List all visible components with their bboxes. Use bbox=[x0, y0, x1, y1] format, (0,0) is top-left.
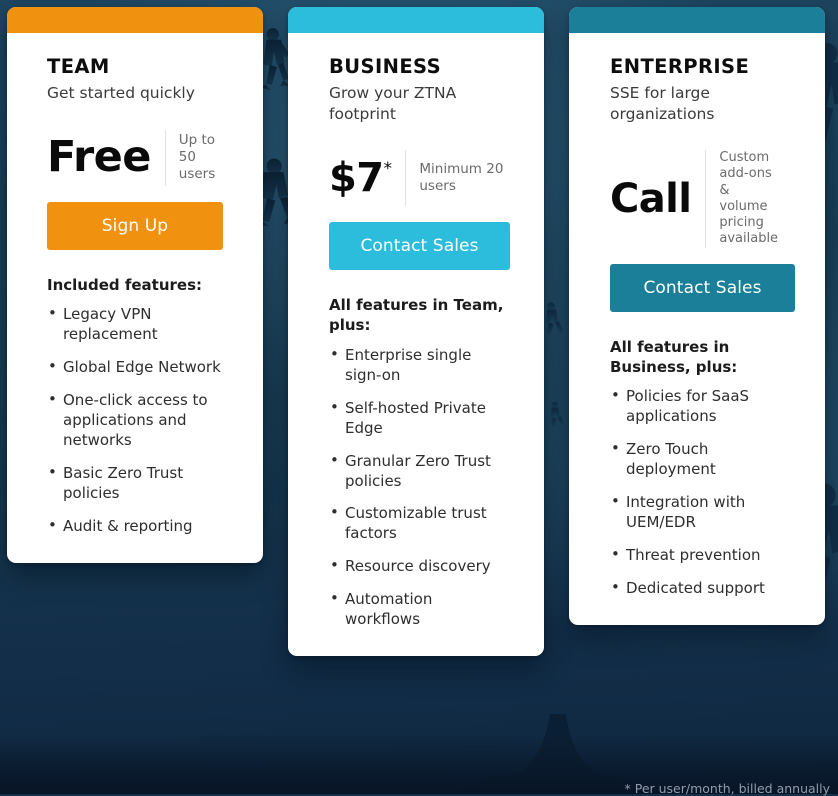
features-list-business: Enterprise single sign-on Self-hosted Pr… bbox=[329, 345, 510, 630]
price-note-line: volume bbox=[719, 198, 768, 214]
list-item: Resource discovery bbox=[329, 556, 510, 577]
features-list-enterprise: Policies for SaaS applications Zero Touc… bbox=[610, 386, 795, 599]
list-item: One-click access to applications and net… bbox=[47, 390, 223, 451]
list-item: Enterprise single sign-on bbox=[329, 345, 510, 386]
price-note-business: Minimum 20 users bbox=[405, 150, 504, 207]
card-accent-bar-enterprise bbox=[569, 7, 825, 33]
price-note-line: users bbox=[419, 178, 456, 195]
pricing-card-team[interactable]: TEAM Get started quickly Free Up to 50 u… bbox=[7, 7, 263, 563]
list-item: Integration with UEM/EDR bbox=[610, 492, 795, 533]
plan-name-team: TEAM bbox=[47, 55, 110, 78]
card-accent-bar-business bbox=[288, 7, 544, 33]
price-amount: $7 bbox=[329, 155, 384, 202]
price-note-team: Up to 50 users bbox=[164, 129, 216, 186]
price-note-line: Minimum 20 bbox=[419, 161, 504, 178]
pricing-cards-row: TEAM Get started quickly Free Up to 50 u… bbox=[0, 0, 838, 794]
plan-tagline-business: Grow your ZTNA footprint bbox=[329, 84, 457, 123]
features-title-enterprise: All features in Business, plus: bbox=[610, 337, 738, 376]
price-row-team: Free Up to 50 users bbox=[47, 129, 223, 186]
contact-sales-button-business[interactable]: Contact Sales bbox=[329, 222, 510, 271]
list-item: Policies for SaaS applications bbox=[610, 386, 795, 427]
card-body-enterprise: ENTERPRISE SSE for large organizations C… bbox=[569, 33, 825, 625]
card-body-team: TEAM Get started quickly Free Up to 50 u… bbox=[7, 33, 263, 563]
list-item: Dedicated support bbox=[610, 578, 795, 599]
price-note-line: users bbox=[178, 166, 216, 183]
price-note-line: add-ons bbox=[719, 166, 772, 182]
price-note-line: & bbox=[719, 182, 730, 198]
sign-up-button[interactable]: Sign Up bbox=[47, 201, 223, 250]
features-title-team: Included features: bbox=[47, 275, 203, 294]
list-item: Basic Zero Trust policies bbox=[47, 463, 223, 504]
list-item: Legacy VPN replacement bbox=[47, 304, 223, 345]
price-value-business: $7* bbox=[329, 158, 405, 198]
pricing-card-business[interactable]: BUSINESS Grow your ZTNA footprint $7* Mi… bbox=[288, 7, 544, 657]
pricing-card-enterprise[interactable]: ENTERPRISE SSE for large organizations C… bbox=[569, 7, 825, 625]
price-note-line: available bbox=[719, 231, 779, 247]
list-item: Customizable trust factors bbox=[329, 503, 510, 544]
features-list-team: Legacy VPN replacement Global Edge Netwo… bbox=[47, 304, 223, 537]
features-title-business: All features in Team, plus: bbox=[329, 296, 504, 335]
price-note-line: 50 bbox=[178, 149, 196, 166]
plan-name-enterprise: ENTERPRISE bbox=[610, 55, 750, 78]
list-item: Zero Touch deployment bbox=[610, 439, 795, 480]
list-item: Automation workflows bbox=[329, 589, 510, 630]
plan-tagline-enterprise: SSE for large organizations bbox=[610, 84, 715, 123]
price-note-line: Up to bbox=[178, 131, 216, 148]
list-item: Granular Zero Trust policies bbox=[329, 451, 510, 492]
price-row-business: $7* Minimum 20 users bbox=[329, 150, 510, 207]
list-item: Global Edge Network bbox=[47, 357, 223, 378]
price-note-line: Custom bbox=[719, 150, 770, 166]
price-value-enterprise: Call bbox=[610, 175, 692, 222]
card-accent-bar-team bbox=[7, 7, 263, 33]
list-item: Threat prevention bbox=[610, 545, 795, 566]
card-body-business: BUSINESS Grow your ZTNA footprint $7* Mi… bbox=[288, 33, 544, 656]
price-footnote-marker: * bbox=[383, 158, 392, 179]
list-item: Audit & reporting bbox=[47, 516, 223, 537]
plan-name-business: BUSINESS bbox=[329, 55, 442, 78]
contact-sales-button-enterprise[interactable]: Contact Sales bbox=[610, 263, 795, 312]
price-row-enterprise: Call Custom add-ons & volume pricing ava… bbox=[610, 150, 795, 248]
price-note-enterprise: Custom add-ons & volume pricing availabl… bbox=[705, 150, 778, 248]
plan-tagline-team: Get started quickly bbox=[47, 84, 195, 102]
price-note-line: pricing bbox=[719, 215, 764, 231]
list-item: Self-hosted Private Edge bbox=[329, 398, 510, 439]
price-value-team: Free bbox=[47, 132, 151, 183]
